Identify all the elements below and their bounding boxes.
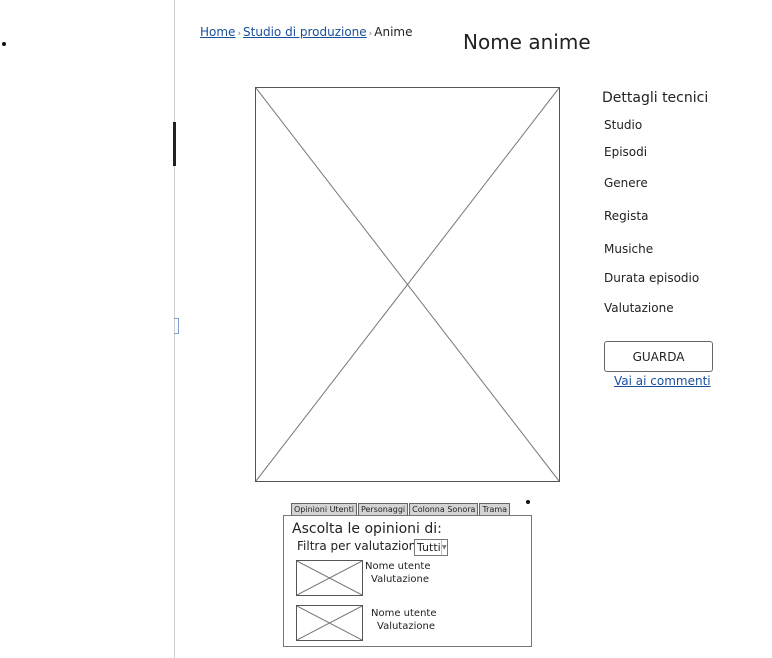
tab-characters[interactable]: Personaggi: [357, 503, 409, 515]
detail-studio: Studio: [604, 118, 643, 132]
review-username: Nome utente: [365, 561, 431, 572]
page-title: Nome anime: [463, 30, 591, 54]
left-rail-bracket: [174, 318, 179, 334]
review-rating: Valutazione: [377, 621, 435, 632]
review-avatar-placeholder: [296, 560, 363, 596]
tab-soundtrack[interactable]: Colonna Sonora: [409, 503, 479, 515]
breadcrumb-separator: ›: [237, 29, 242, 39]
breadcrumb-studio-link[interactable]: Studio di produzione: [243, 25, 367, 39]
details-heading: Dettagli tecnici: [602, 90, 709, 106]
tab-user-opinions[interactable]: Opinioni Utenti: [291, 503, 357, 515]
breadcrumb-current: Anime: [374, 25, 413, 39]
review-username: Nome utente: [371, 608, 437, 619]
detail-rating: Valutazione: [604, 301, 674, 315]
breadcrumb: Home › Studio di produzione › Anime: [200, 25, 413, 39]
detail-director: Regista: [604, 209, 649, 223]
detail-genre: Genere: [604, 176, 648, 190]
chevron-down-icon: ▼: [440, 540, 447, 555]
watch-button[interactable]: GUARDA: [604, 341, 713, 372]
tab-plot[interactable]: Trama: [479, 503, 511, 515]
opinions-heading: Ascolta le opinioni di:: [292, 521, 442, 537]
comments-link[interactable]: Vai ai commenti: [614, 374, 711, 388]
detail-episodes: Episodi: [604, 145, 648, 159]
detail-music: Musiche: [604, 242, 654, 256]
review-rating: Valutazione: [371, 574, 429, 585]
breadcrumb-home-link[interactable]: Home: [200, 25, 235, 39]
bullet-dot: [526, 500, 530, 504]
cover-image-placeholder: [255, 87, 560, 482]
review-avatar-placeholder: [296, 605, 363, 641]
rating-filter-value: Tutti: [417, 541, 441, 554]
bullet-dot: [2, 42, 6, 46]
breadcrumb-separator: ›: [368, 29, 373, 39]
detail-episode-length: Durata episodio: [604, 271, 700, 285]
opinions-tab-bar: Opinioni Utenti Personaggi Colonna Sonor…: [291, 503, 511, 515]
rating-filter-label: Filtra per valutazione: [297, 539, 424, 553]
left-rail-marker: [173, 122, 176, 166]
rating-filter-select[interactable]: Tutti ▼: [414, 539, 448, 556]
